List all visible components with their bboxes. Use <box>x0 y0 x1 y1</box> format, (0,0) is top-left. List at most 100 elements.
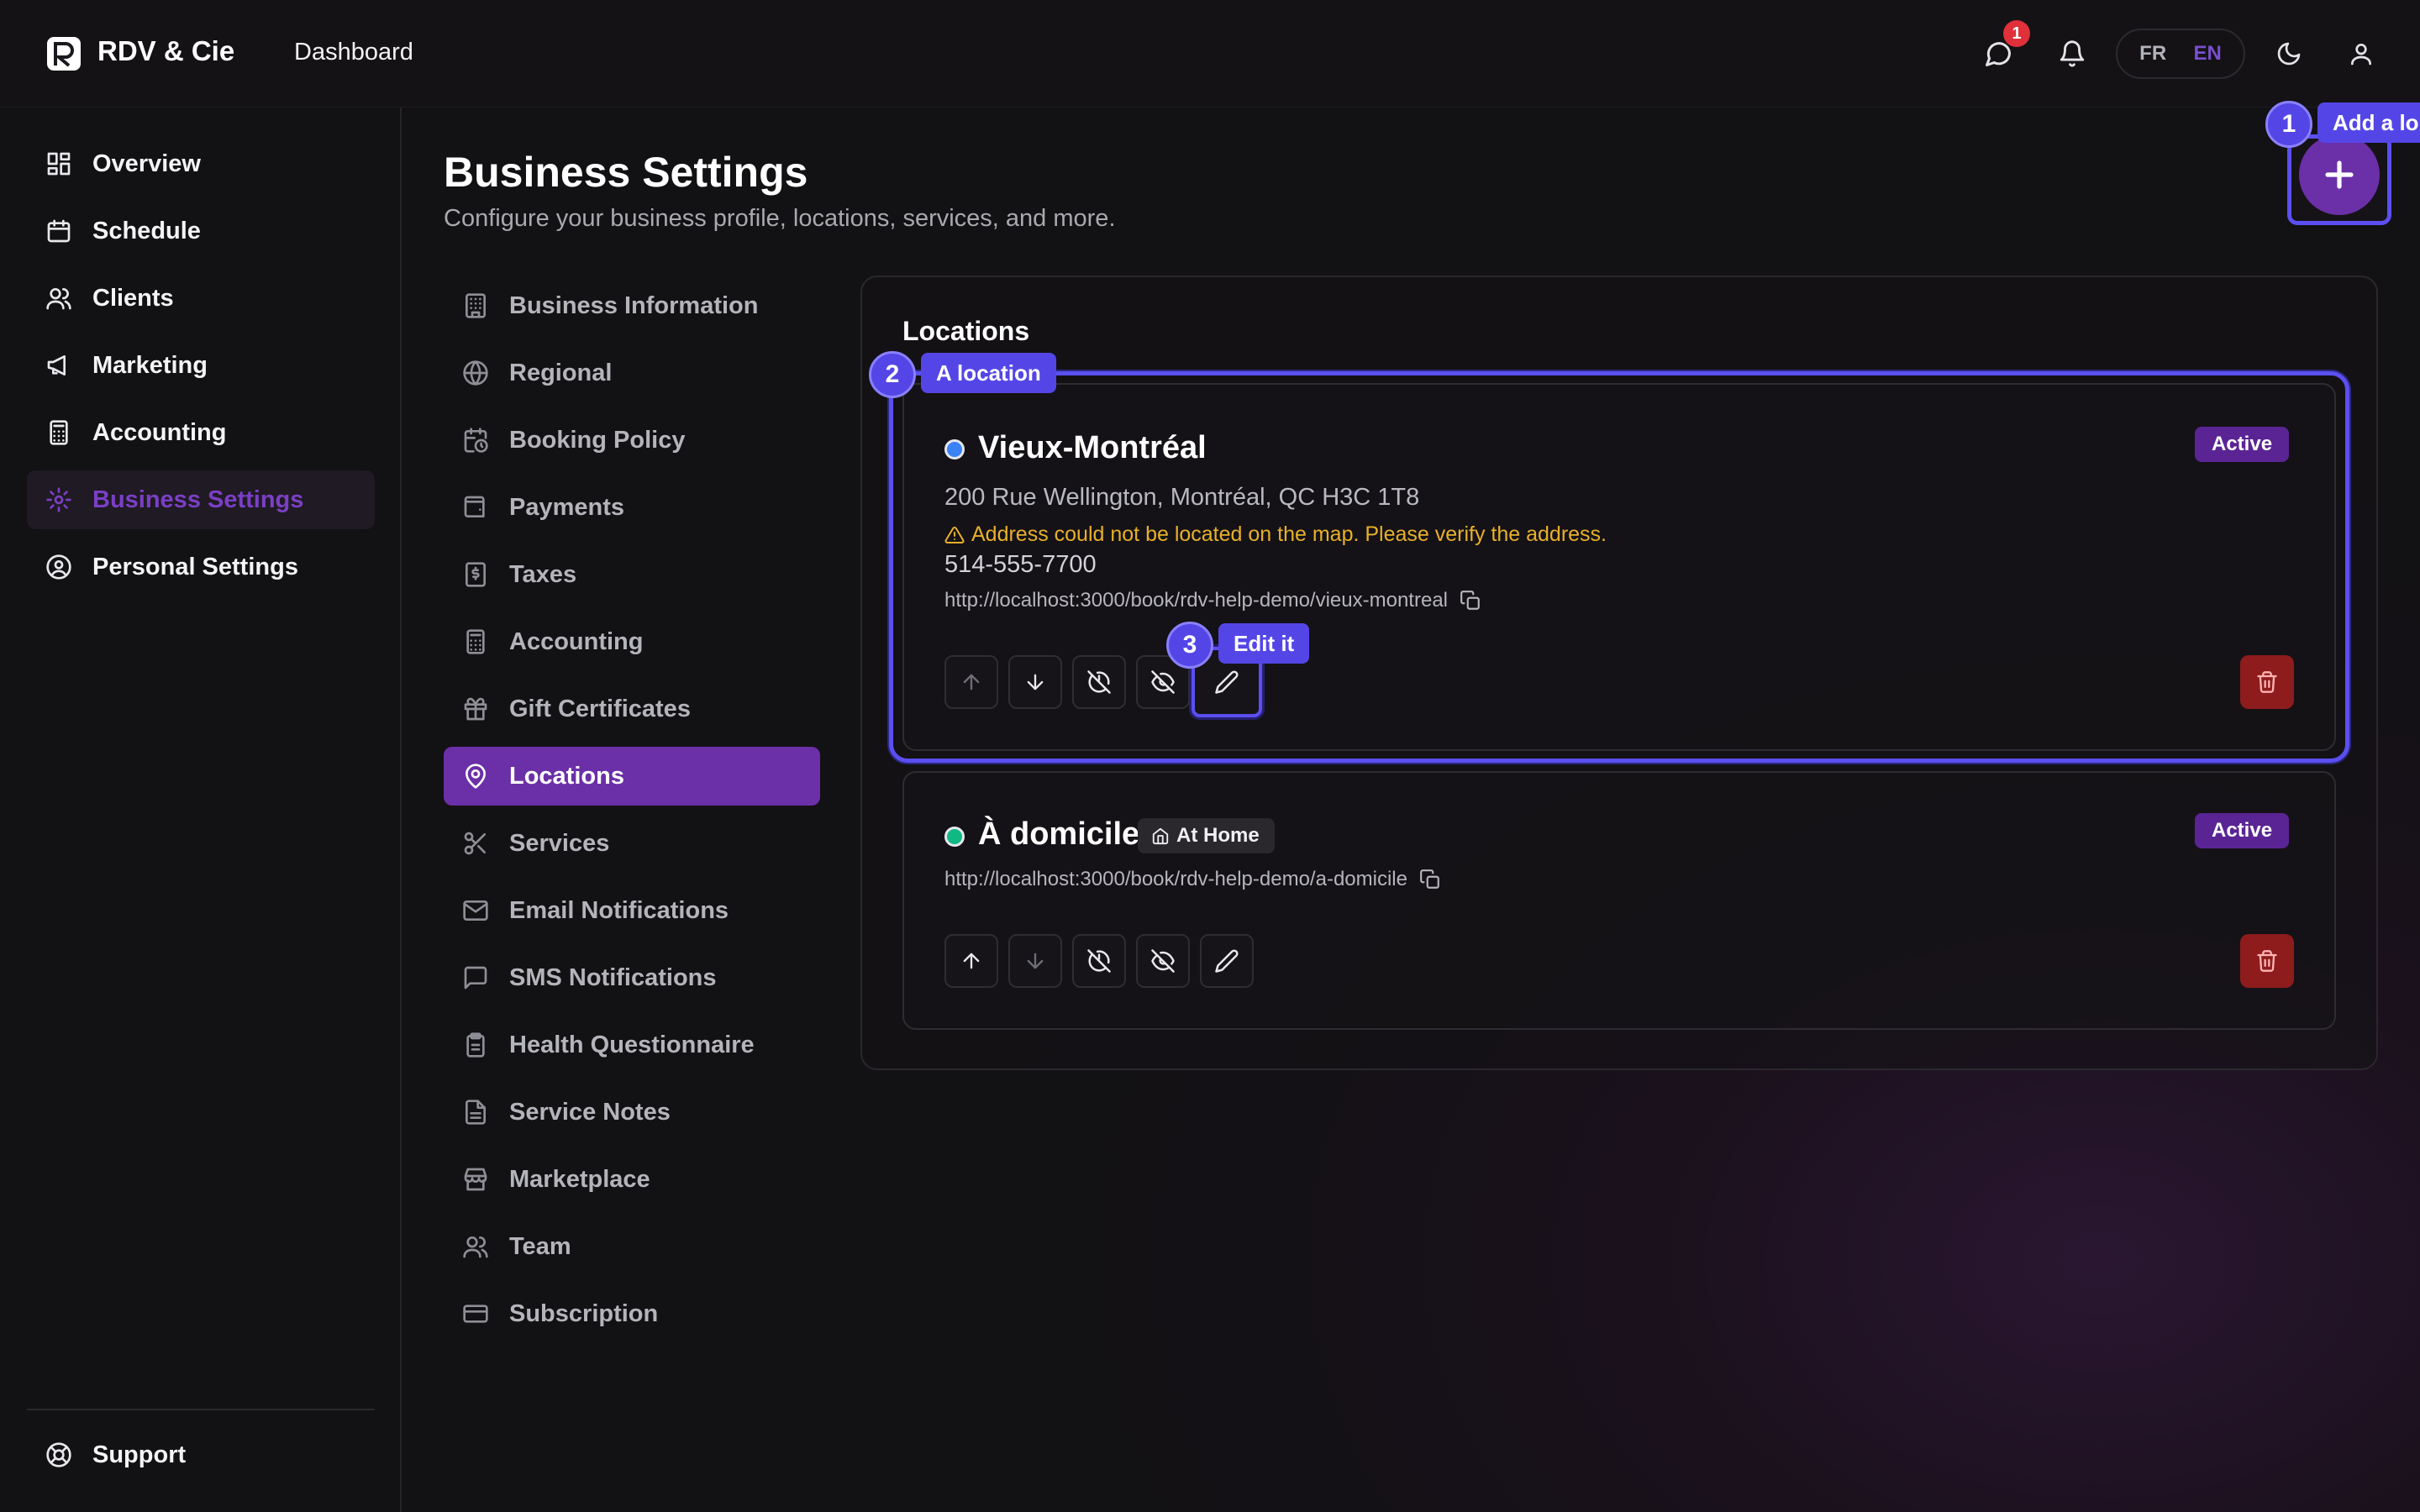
booking-toggle-button[interactable] <box>1072 934 1126 988</box>
sidebar-item-business-settings[interactable]: Business Settings <box>27 470 375 529</box>
locations-title: Locations <box>902 316 1030 346</box>
tour-step-label[interactable]: Add a lo <box>2317 102 2420 143</box>
account-button[interactable] <box>2341 34 2381 74</box>
breadcrumb[interactable]: Dashboard <box>294 39 413 66</box>
copy-icon[interactable] <box>1460 590 1481 612</box>
settings-nav-marketplace[interactable]: Marketplace <box>444 1150 820 1209</box>
eye-off-icon <box>1151 670 1175 694</box>
mail-icon <box>463 900 488 921</box>
sidebar-item-label: Personal Settings <box>92 553 298 580</box>
settings-nav-team[interactable]: Team <box>444 1217 820 1276</box>
booking-toggle-button[interactable] <box>1072 655 1126 709</box>
globe-icon <box>463 360 488 386</box>
settings-nav-label: Booking Policy <box>509 426 686 454</box>
sidebar-item-support[interactable]: Support <box>27 1425 375 1484</box>
notifications-button[interactable] <box>2052 34 2092 74</box>
sidebar-item-overview[interactable]: Overview <box>27 134 375 193</box>
booking-url: http://localhost:3000/book/rdv-help-demo… <box>944 589 1481 612</box>
calculator-icon <box>50 420 68 445</box>
message-square-icon <box>464 966 487 990</box>
delete-location-button[interactable] <box>2240 655 2294 709</box>
bell-icon <box>2060 40 2085 67</box>
clock-off-icon <box>1087 949 1111 973</box>
tour-step-label[interactable]: A location <box>921 353 1056 393</box>
lang-en-button[interactable]: EN <box>2193 42 2221 66</box>
settings-nav-label: Subscription <box>509 1299 659 1327</box>
status-dot <box>944 827 965 847</box>
location-phone: 514-555-7700 <box>944 551 1097 578</box>
sidebar-item-accounting[interactable]: Accounting <box>27 403 375 462</box>
settings-nav-label: Health Questionnaire <box>509 1031 755 1058</box>
settings-nav-subscription[interactable]: Subscription <box>444 1284 820 1343</box>
settings-nav-service-notes[interactable]: Service Notes <box>444 1083 820 1142</box>
pencil-icon <box>1215 670 1239 694</box>
brand-name[interactable]: RDV & Cie <box>97 35 234 67</box>
move-down-button[interactable] <box>1008 934 1062 988</box>
settings-nav-taxes[interactable]: Taxes <box>444 545 820 604</box>
location-address: 200 Rue Wellington, Montréal, QC H3C 1T8 <box>944 484 1420 511</box>
settings-nav-health-questionnaire[interactable]: Health Questionnaire <box>444 1016 820 1074</box>
lang-fr-button[interactable]: FR <box>2139 42 2166 66</box>
settings-nav-regional[interactable]: Regional <box>444 344 820 402</box>
settings-nav-label: Services <box>509 829 610 857</box>
booking-url-text[interactable]: http://localhost:3000/book/rdv-help-demo… <box>944 868 1407 891</box>
booking-url-text[interactable]: http://localhost:3000/book/rdv-help-demo… <box>944 589 1448 612</box>
visibility-toggle-button[interactable] <box>1136 934 1190 988</box>
add-location-button[interactable] <box>2299 134 2380 215</box>
theme-toggle-button[interactable] <box>2269 34 2309 74</box>
receipt-icon <box>466 562 486 587</box>
settings-nav-label: Team <box>509 1232 571 1260</box>
copy-icon[interactable] <box>1419 869 1441 890</box>
tour-step-label[interactable]: Edit it <box>1218 623 1310 664</box>
settings-nav-email-notifications[interactable]: Email Notifications <box>444 881 820 940</box>
page-subtitle: Configure your business profile, locatio… <box>444 205 1116 232</box>
logo-icon[interactable] <box>44 34 84 74</box>
settings-nav-services[interactable]: Services <box>444 814 820 873</box>
tour-step-number[interactable]: 1 <box>2265 101 2312 148</box>
moon-icon <box>2277 42 2301 66</box>
warning-icon <box>944 526 965 543</box>
file-text-icon <box>466 1100 486 1125</box>
calendar-clock-icon <box>464 428 488 453</box>
status-badge: Active <box>2195 427 2290 462</box>
delete-location-button[interactable] <box>2240 934 2294 988</box>
tour-step-number[interactable]: 2 <box>869 351 916 398</box>
move-up-button[interactable] <box>944 934 998 988</box>
settings-nav-booking-policy[interactable]: Booking Policy <box>444 411 820 470</box>
home-icon <box>1152 827 1169 845</box>
calendar-icon <box>47 219 71 243</box>
tour-step-number[interactable]: 3 <box>1166 622 1213 669</box>
settings-nav-accounting[interactable]: Accounting <box>444 612 820 671</box>
sidebar-item-marketing[interactable]: Marketing <box>27 336 375 395</box>
clipboard-icon <box>466 1032 485 1058</box>
clock-off-icon <box>1087 670 1111 694</box>
edit-location-button[interactable] <box>1200 934 1254 988</box>
location-card <box>902 771 2336 1030</box>
at-home-label: At Home <box>1176 824 1260 847</box>
arrow-down-icon <box>1027 674 1044 690</box>
settings-nav-label: Taxes <box>509 560 577 588</box>
sidebar-item-clients[interactable]: Clients <box>27 269 375 328</box>
sidebar-divider <box>27 1409 375 1410</box>
sidebar-item-label: Business Settings <box>92 486 304 513</box>
move-up-button[interactable] <box>944 655 998 709</box>
user-circle-icon <box>46 554 71 580</box>
move-down-button[interactable] <box>1008 655 1062 709</box>
arrow-up-icon <box>963 953 980 969</box>
sidebar-item-personal-settings[interactable]: Personal Settings <box>27 538 375 596</box>
settings-nav-business-information[interactable]: Business Information <box>444 276 820 335</box>
scissors-icon <box>464 832 486 855</box>
sidebar-item-schedule[interactable]: Schedule <box>27 202 375 260</box>
settings-nav-gift-certificates[interactable]: Gift Certificates <box>444 680 820 738</box>
sidebar-item-label: Clients <box>92 284 174 312</box>
settings-nav-locations[interactable]: Locations <box>444 747 820 806</box>
settings-nav-label: Regional <box>509 359 613 386</box>
settings-nav-sms-notifications[interactable]: SMS Notifications <box>444 948 820 1007</box>
megaphone-icon <box>47 355 66 375</box>
settings-nav-label: Email Notifications <box>509 896 729 924</box>
lifebuoy-icon <box>46 1442 71 1467</box>
status-dot <box>944 439 965 459</box>
address-warning: Address could not be located on the map.… <box>944 522 1607 547</box>
settings-nav-label: Accounting <box>509 627 644 655</box>
settings-nav-payments[interactable]: Payments <box>444 478 820 537</box>
